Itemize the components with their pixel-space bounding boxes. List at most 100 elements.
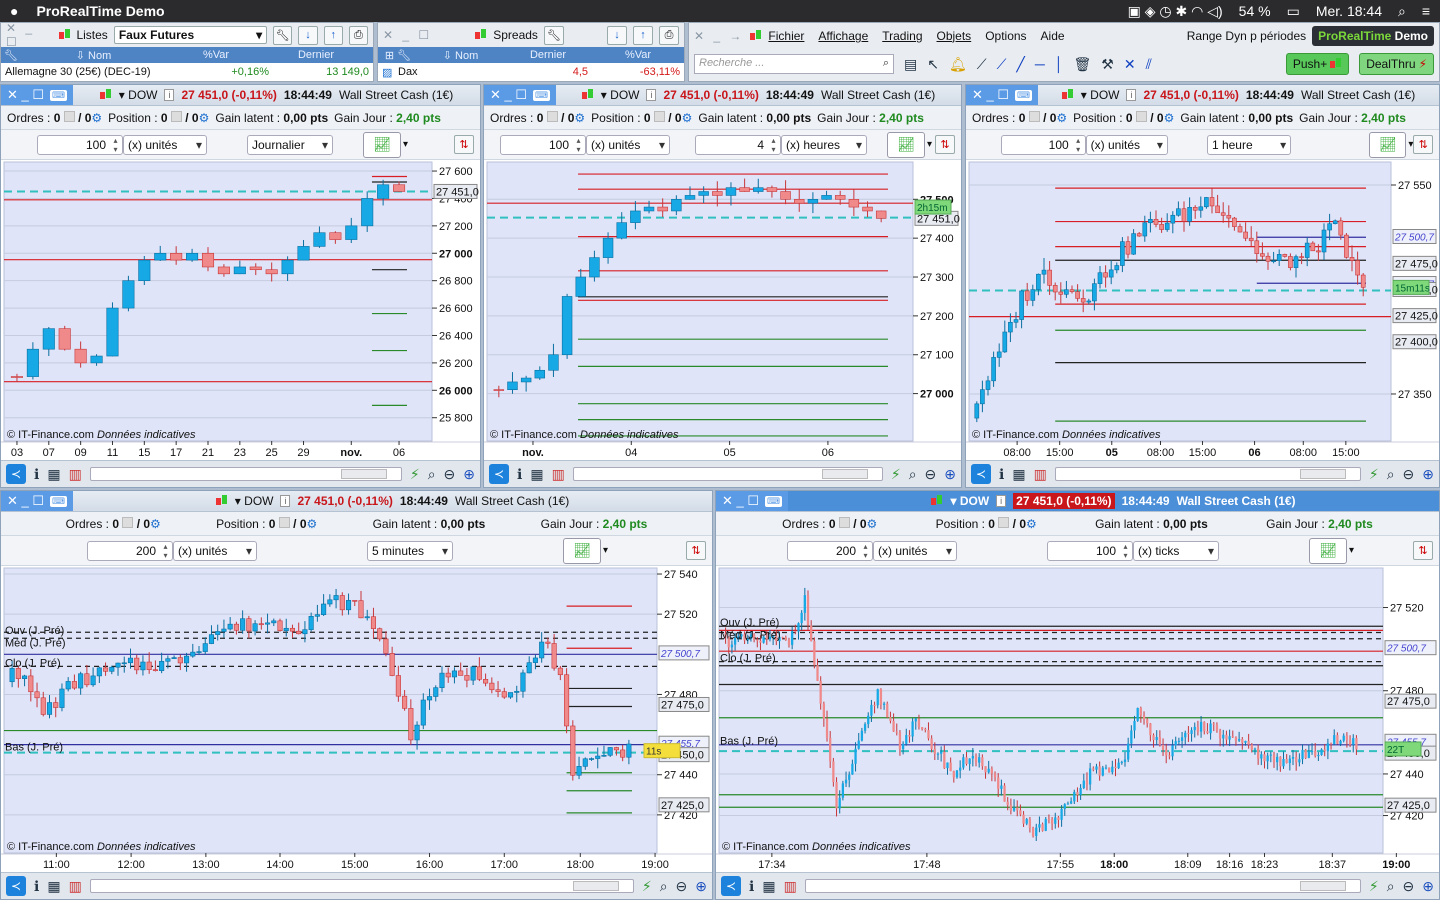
chevron-down-icon[interactable]: ▾	[603, 545, 608, 556]
auto-scale-icon[interactable]: ⚡︎	[410, 466, 420, 483]
indicators-button[interactable]: 📈︎	[363, 131, 401, 158]
info-icon[interactable]: i	[164, 89, 175, 101]
symbol[interactable]: ▾ DOW	[235, 494, 274, 508]
col-dernier[interactable]: Dernier	[503, 49, 593, 61]
arrow-down-icon[interactable]: ↓	[607, 25, 628, 45]
window-controls[interactable]: ✕ _ ☐	[383, 28, 432, 42]
cancel-orders-icon[interactable]	[63, 110, 75, 122]
trade-panel-toggle[interactable]: ⇅	[454, 135, 474, 154]
info-icon[interactable]: i	[996, 495, 1007, 507]
share-icon[interactable]: ≺	[971, 464, 991, 484]
heatmap-icon[interactable]: ▥	[1034, 466, 1047, 483]
indicators-button[interactable]: 📈︎	[1369, 131, 1407, 158]
keyboard-icon[interactable]: ⌨	[765, 495, 783, 507]
keyboard-icon[interactable]: ⌨	[50, 495, 68, 507]
info-icon[interactable]: i	[1126, 89, 1137, 101]
apple-icon[interactable]: ●	[10, 3, 18, 19]
close-position-icon[interactable]	[998, 516, 1010, 528]
line-icon[interactable]: ╱	[1016, 56, 1024, 73]
gear-icon[interactable]: ⚙	[1026, 517, 1037, 531]
window-controls[interactable]: ✕ _ →	[694, 29, 744, 43]
price-chart[interactable]: © IT-Finance.com Données indicatives27 5…	[966, 160, 1439, 460]
heatmap-icon[interactable]: ▥	[552, 466, 565, 483]
col-nom[interactable]: ⇩ Nom	[418, 49, 503, 62]
properties-icon[interactable]: ▦	[762, 878, 775, 895]
heatmap-icon[interactable]: ▥	[69, 466, 82, 483]
alert-bell-icon[interactable]: 🔔︎	[949, 56, 967, 73]
tools-icon[interactable]: ⚒	[1101, 56, 1114, 73]
menu-affichage[interactable]: Affichage	[818, 29, 868, 43]
units-select[interactable]: (x) unités	[173, 540, 257, 561]
gear-icon[interactable]: ⚙	[150, 517, 161, 531]
gear-icon[interactable]: ⚙	[867, 517, 878, 531]
drawing-tools-icon[interactable]: ℹ	[999, 466, 1004, 483]
table-row[interactable]: ▨ Dax 4,5 -63,11%	[378, 63, 684, 81]
close-position-icon[interactable]	[170, 110, 182, 122]
candle-icon[interactable]	[99, 88, 112, 102]
candle-icon[interactable]	[215, 494, 228, 508]
gear-icon[interactable]: ⚙	[574, 111, 585, 125]
share-icon[interactable]: ≺	[489, 464, 509, 484]
arrow-up-icon[interactable]: ↑	[323, 25, 343, 45]
ruler-icon[interactable]: ⟋	[977, 56, 987, 73]
candle-icon[interactable]	[581, 88, 594, 102]
keyboard-icon[interactable]: ⌨	[50, 89, 68, 101]
price-chart[interactable]: Ouv (J. Pré) Méd (J. Pré) Clo (J. Pré) Bas …	[1, 566, 712, 872]
period-unit-select[interactable]: (x) heures	[781, 134, 867, 155]
window-controls[interactable]: ✕ _ ☐	[6, 21, 53, 49]
menu-trading[interactable]: Trading	[882, 29, 922, 43]
col-dernier[interactable]: Dernier	[266, 49, 366, 61]
info-icon[interactable]: i	[280, 495, 291, 507]
zoom-fit-icon[interactable]: ⌕	[1387, 878, 1395, 895]
gear-icon[interactable]: ⚙	[199, 111, 210, 125]
scrollbar-thumb[interactable]	[821, 469, 868, 479]
gear-icon[interactable]: ⚙	[1056, 111, 1067, 125]
col-nom[interactable]: ⇩ Nom	[21, 49, 166, 62]
window-controls[interactable]: ✕ _ ☐ ⌨	[966, 85, 1039, 105]
list-select[interactable]: Faux Futures ▾	[113, 26, 268, 44]
share-icon[interactable]: ≺	[721, 876, 741, 896]
trade-panel-toggle[interactable]: ⇅	[935, 135, 955, 154]
app-name[interactable]: ProRealTime Demo	[36, 3, 164, 19]
units-select[interactable]: (x) unités	[586, 134, 670, 155]
print-icon[interactable]: ⎙	[348, 25, 368, 45]
segment-icon[interactable]: ⟋	[997, 56, 1007, 73]
trade-panel-toggle[interactable]: ⇅	[1413, 135, 1433, 154]
units-input[interactable]: 100	[500, 134, 586, 155]
heatmap-icon[interactable]: ▥	[69, 878, 82, 895]
trade-panel-toggle[interactable]: ⇅	[686, 541, 706, 560]
drawing-tools-icon[interactable]: ℹ	[749, 878, 754, 895]
symbol[interactable]: ▾ DOW	[950, 494, 989, 508]
auto-scale-icon[interactable]: ⚡︎	[1369, 878, 1379, 895]
units-select[interactable]: (x) unités	[123, 134, 207, 155]
horizontal-line-icon[interactable]: ─	[1035, 56, 1045, 72]
status-icons[interactable]: ▣ ◈ ◷ ✱ ◠ ◁)	[1128, 3, 1223, 20]
wrench-icon[interactable]: 🔧︎	[543, 25, 564, 45]
arrow-down-icon[interactable]: ↓	[298, 25, 318, 45]
zoom-out-icon[interactable]: ⊖	[676, 878, 688, 895]
gear-icon[interactable]: ⚙	[682, 111, 693, 125]
window-controls[interactable]: ✕ _ ☐ ⌨	[1, 85, 74, 105]
share-icon[interactable]: ≺	[6, 876, 26, 896]
chart-scrollbar[interactable]	[89, 879, 634, 893]
close-position-icon[interactable]	[653, 110, 665, 122]
close-position-icon[interactable]	[1135, 110, 1147, 122]
zoom-out-icon[interactable]: ⊖	[925, 466, 937, 483]
menu-icon[interactable]: ≡	[1422, 3, 1430, 19]
auto-scale-icon[interactable]: ⚡︎	[891, 466, 901, 483]
period-unit-select[interactable]: (x) ticks	[1133, 540, 1219, 561]
chevron-down-icon[interactable]: ▾	[927, 139, 932, 150]
window-controls[interactable]: ✕ _ ☐ ⌨	[1, 491, 74, 511]
zoom-out-icon[interactable]: ⊖	[1403, 878, 1415, 895]
channel-icon[interactable]: ⫽	[1146, 56, 1152, 73]
heatmap-icon[interactable]: ▥	[784, 878, 797, 895]
trade-panel-toggle[interactable]: ⇅	[1413, 541, 1433, 560]
properties-icon[interactable]: ▦	[530, 466, 543, 483]
cancel-orders-icon[interactable]	[838, 516, 850, 528]
chart-scrollbar[interactable]	[572, 467, 883, 481]
symbol[interactable]: ▾ DOW	[1081, 88, 1120, 102]
trash-icon[interactable]: 🗑︎	[1073, 56, 1091, 73]
window-controls[interactable]: ✕ _ ☐ ⌨	[716, 491, 789, 511]
price-chart[interactable]: © IT-Finance.com Données indicatives27 5…	[484, 160, 961, 460]
gear-icon[interactable]: ⚙	[1164, 111, 1175, 125]
